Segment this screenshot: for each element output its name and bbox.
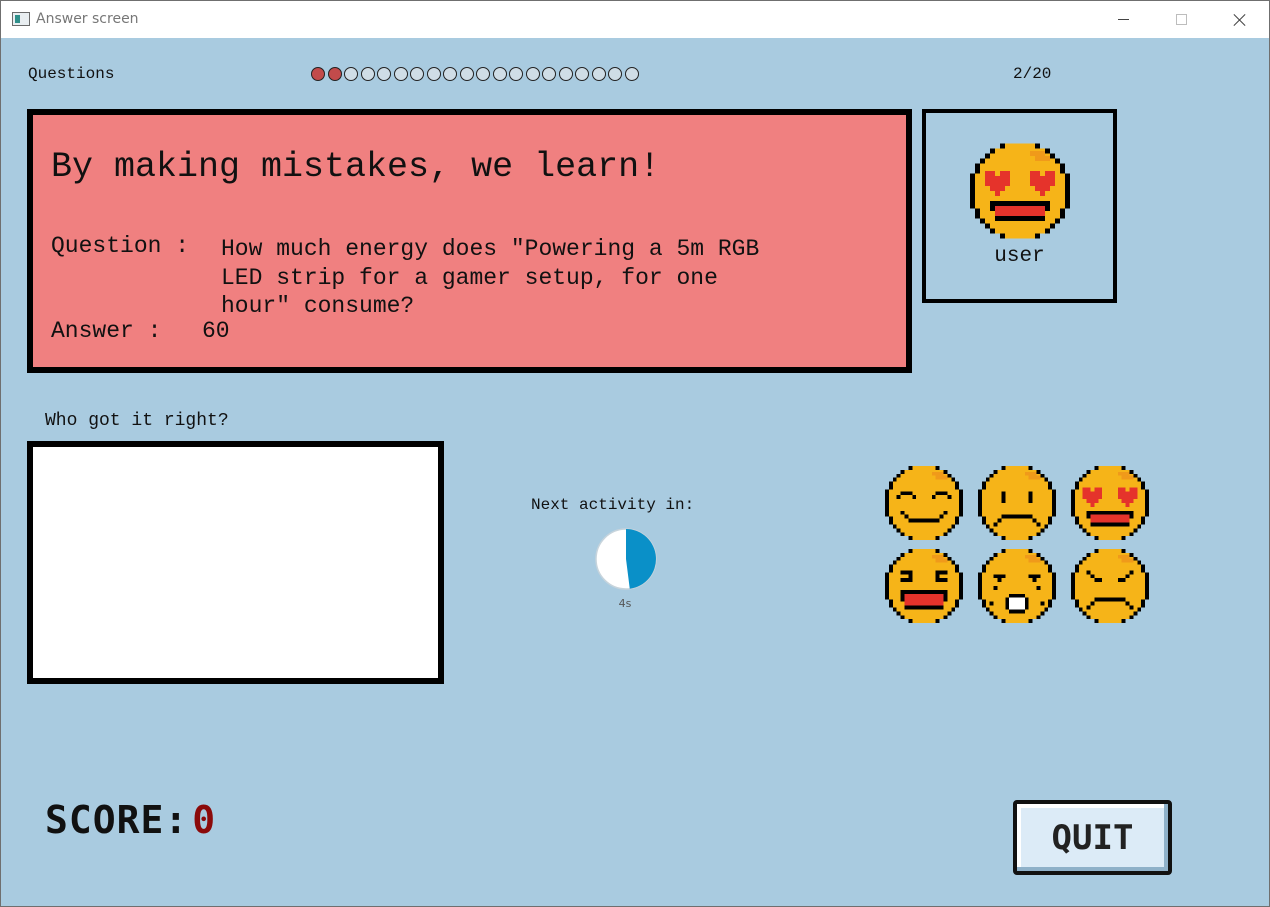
progress-dot-completed <box>327 67 342 81</box>
progress-dot-pending <box>558 67 573 81</box>
feedback-title: By making mistakes, we learn! <box>51 147 661 187</box>
shocked-emoji-icon[interactable] <box>978 547 1056 625</box>
score-display: SCORE: 0 <box>45 798 215 842</box>
laughing-emoji-icon[interactable] <box>885 547 963 625</box>
progress-dot-pending <box>591 67 606 81</box>
angry-emoji-icon[interactable] <box>1071 547 1149 625</box>
user-name: user <box>994 245 1045 268</box>
progress-dot-pending <box>344 67 358 81</box>
user-card: user <box>922 109 1117 303</box>
progress-dot-pending <box>492 67 507 81</box>
quit-button[interactable]: QUIT <box>1013 800 1172 875</box>
progress-dot-pending <box>393 67 408 81</box>
progress-dot-pending <box>476 67 490 81</box>
progress-dot-pending <box>377 67 391 81</box>
app-window: Answer screen Questions 2/20 By making m… <box>0 0 1270 907</box>
question-counter: 2/20 <box>1013 65 1052 83</box>
question-text: How much energy does "Powering a 5m RGB … <box>221 236 760 319</box>
score-label: SCORE: <box>45 798 189 842</box>
next-activity-label: Next activity in: <box>531 496 695 514</box>
title-bar: Answer screen <box>1 1 1269 38</box>
countdown-timer-icon <box>594 527 658 596</box>
app-icon <box>12 12 30 26</box>
progress-dot-pending <box>426 67 441 81</box>
progress-dot-completed <box>311 67 325 81</box>
heart-eyes-emoji-icon <box>970 141 1070 246</box>
close-icon <box>1233 13 1247 27</box>
who-got-it-right-label: Who got it right? <box>45 411 229 431</box>
maximize-icon <box>1175 14 1187 25</box>
score-value: 0 <box>192 798 216 842</box>
who-got-it-right-list <box>27 441 444 684</box>
minimize-button[interactable] <box>1100 1 1146 38</box>
window-title: Answer screen <box>36 11 139 27</box>
progress-dot-pending <box>608 67 622 81</box>
close-button[interactable] <box>1217 1 1263 38</box>
progress-dot-pending <box>624 67 639 81</box>
progress-dot-pending <box>525 67 540 81</box>
answer-value: 60 <box>202 318 230 344</box>
smiling-emoji-icon[interactable] <box>885 464 963 542</box>
progress-dot-pending <box>410 67 424 81</box>
question-label: Question : <box>51 233 190 259</box>
answer-screen: Questions 2/20 By making mistakes, we le… <box>1 38 1269 906</box>
answer-label: Answer : <box>51 318 162 344</box>
maximize-button <box>1158 1 1204 38</box>
questions-label: Questions <box>28 65 115 83</box>
question-progress-dots <box>311 67 639 81</box>
progress-dot-pending <box>443 67 457 81</box>
minimize-icon <box>1117 19 1129 20</box>
countdown-seconds: 4s <box>618 597 632 610</box>
heart-eyes-emoji-icon[interactable] <box>1071 464 1149 542</box>
feedback-panel: By making mistakes, we learn! Question :… <box>27 109 912 373</box>
progress-dot-pending <box>509 67 523 81</box>
progress-dot-pending <box>542 67 556 81</box>
progress-dot-pending <box>575 67 589 81</box>
progress-dot-pending <box>459 67 474 81</box>
emoji-reactions <box>885 464 1151 624</box>
progress-dot-pending <box>360 67 375 81</box>
frowning-emoji-icon[interactable] <box>978 464 1056 542</box>
